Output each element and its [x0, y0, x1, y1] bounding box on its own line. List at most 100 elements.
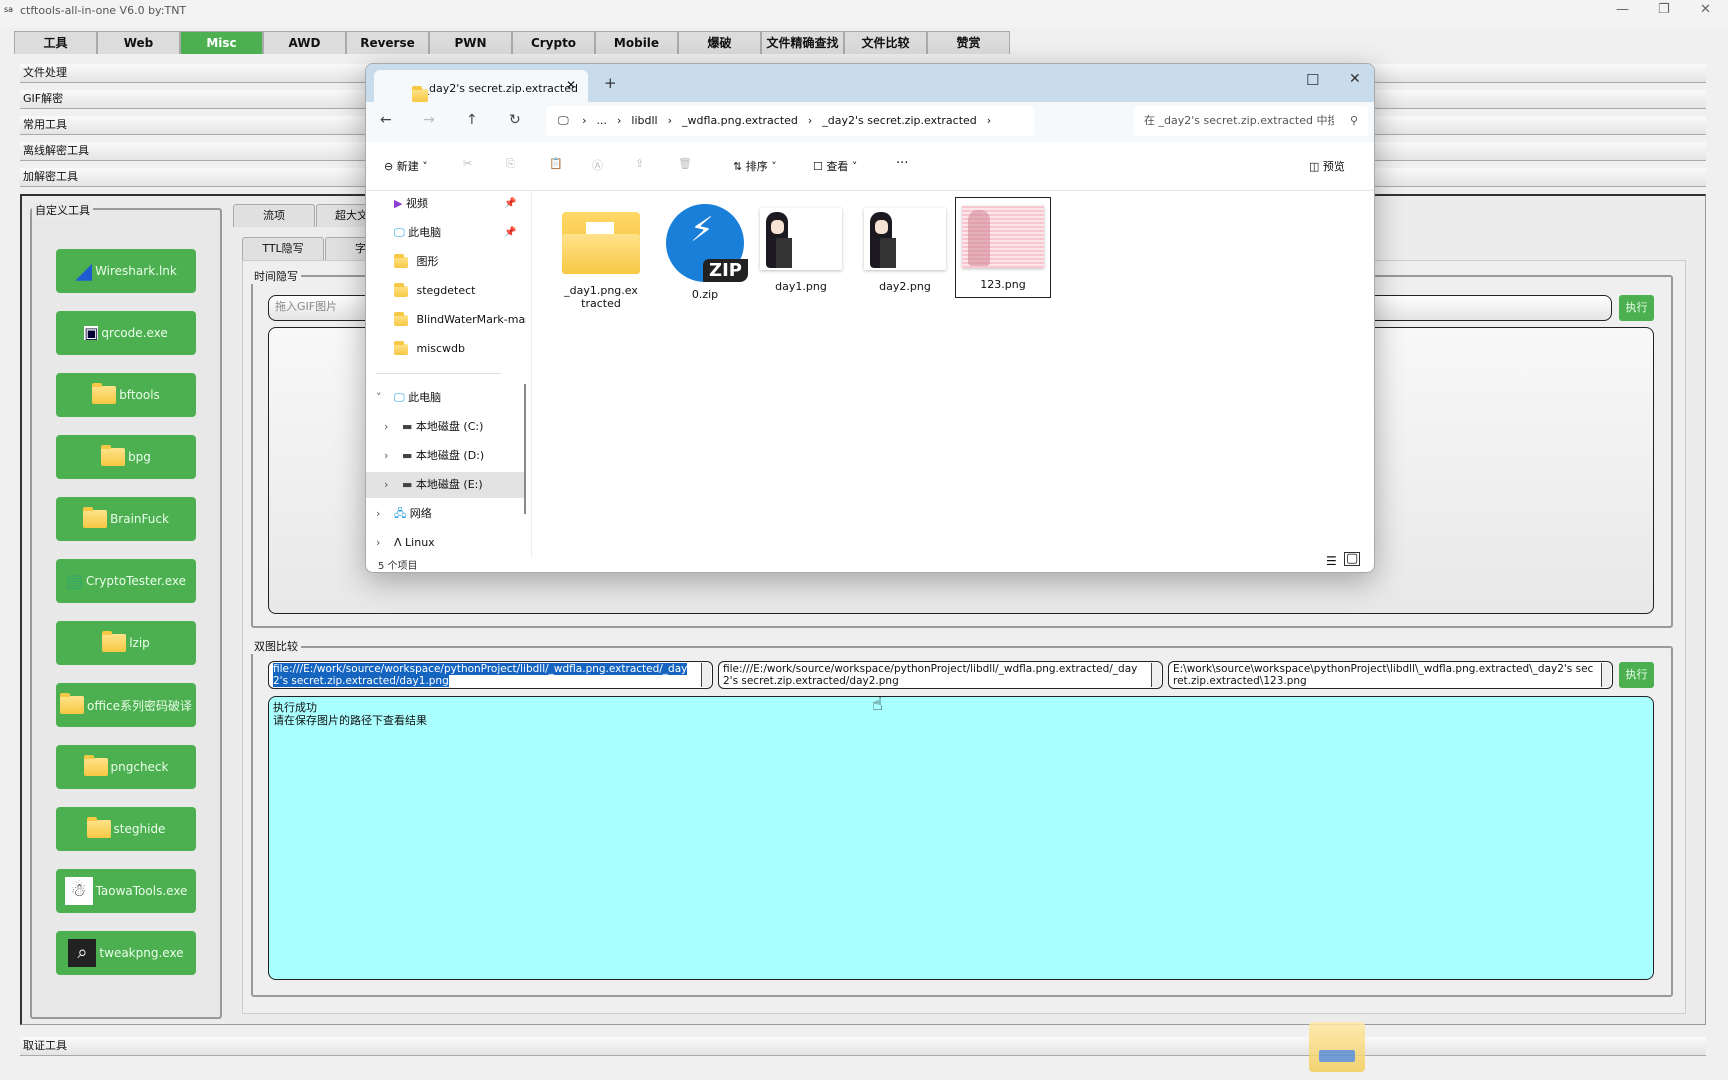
- nav-item[interactable]: ▶ 视频 📌: [366, 191, 526, 217]
- image1-path-input[interactable]: file:///E:/work/source/workspace/pythonP…: [268, 661, 713, 689]
- file-item[interactable]: day1.png: [753, 199, 849, 300]
- nav-item[interactable]: › ▬ 本地磁盘 (E:): [366, 472, 526, 498]
- tool-label: office系列密码破译: [87, 698, 192, 713]
- chevron-down-icon[interactable]: ˅: [376, 385, 382, 411]
- breadcrumb-item[interactable]: ...: [597, 114, 608, 127]
- breadcrumb-separator: ›: [617, 114, 622, 127]
- chevron-right-icon[interactable]: ›: [376, 530, 380, 556]
- scrollbar[interactable]: [1151, 663, 1161, 687]
- cut-icon[interactable]: ✂: [463, 157, 472, 170]
- tab-liu[interactable]: 流项: [233, 204, 315, 227]
- maximize-button[interactable]: ☐: [1306, 71, 1319, 89]
- file-item[interactable]: 123.png: [955, 197, 1051, 298]
- view-button[interactable]: ☐ 查看 ˅: [813, 158, 857, 174]
- details-view-icon[interactable]: ☰: [1326, 554, 1337, 568]
- main-tab[interactable]: 文件精确查找: [761, 31, 844, 54]
- tool-button[interactable]: BrainFuck: [56, 497, 196, 541]
- tool-button[interactable]: pngcheck: [56, 745, 196, 789]
- close-tab-icon[interactable]: ✕: [566, 78, 576, 92]
- tool-button[interactable]: ◢ Wireshark.lnk: [56, 249, 196, 293]
- nav-item[interactable]: 图形: [366, 249, 526, 275]
- close-button[interactable]: ✕: [1700, 2, 1711, 17]
- file-name: _day1.png.extracted: [564, 284, 638, 310]
- sort-button[interactable]: ⇅ 排序 ˅: [733, 158, 777, 174]
- tool-button[interactable]: bftools: [56, 373, 196, 417]
- chevron-right-icon[interactable]: ›: [384, 414, 388, 440]
- tab-ttl-stego[interactable]: TTL隐写: [242, 237, 324, 260]
- minimize-button[interactable]: —: [1616, 2, 1629, 17]
- tool-label: steghide: [113, 822, 166, 836]
- tool-button[interactable]: ☃ TaowaTools.exe: [56, 869, 196, 913]
- nav-item[interactable]: miscwdb: [366, 336, 526, 362]
- new-tab-button[interactable]: +: [604, 74, 617, 92]
- explorer-tab[interactable]: _day2's secret.zip.extracted ✕: [374, 70, 588, 102]
- breadcrumb-item[interactable]: _day2's secret.zip.extracted: [822, 114, 976, 127]
- up-icon[interactable]: ↑: [466, 112, 478, 128]
- share-icon[interactable]: ⇪: [635, 157, 644, 170]
- scrollbar[interactable]: [1601, 663, 1611, 687]
- tool-button[interactable]: ⌕ tweakpng.exe: [56, 931, 196, 975]
- main-tab[interactable]: Mobile: [595, 31, 678, 54]
- nav-label: stegdetect: [416, 284, 476, 297]
- compare-output[interactable]: 执行成功 请在保存图片的路径下查看结果: [268, 696, 1654, 980]
- main-tab[interactable]: Crypto: [512, 31, 595, 54]
- preview-button[interactable]: ◫ 预览: [1309, 158, 1345, 174]
- nav-item[interactable]: BlindWaterMark-master: [366, 307, 526, 333]
- refresh-icon[interactable]: ↻: [509, 112, 521, 128]
- chevron-right-icon[interactable]: ›: [376, 501, 380, 527]
- tool-button[interactable]: steghide: [56, 807, 196, 851]
- nav-label: 图形: [416, 255, 439, 268]
- folder-icon: [1309, 1022, 1365, 1072]
- tool-button[interactable]: ▤ CryptoTester.exe: [56, 559, 196, 603]
- new-button[interactable]: ⊖ 新建 ˅: [384, 158, 428, 174]
- tool-button[interactable]: office系列密码破译: [56, 683, 196, 727]
- restore-button[interactable]: ❐: [1658, 2, 1670, 17]
- copy-icon[interactable]: ⎘: [506, 157, 515, 171]
- more-button[interactable]: ···: [896, 156, 908, 171]
- rename-icon[interactable]: Ⓐ: [592, 157, 603, 173]
- nav-item[interactable]: stegdetect: [366, 278, 526, 304]
- scrollbar[interactable]: [701, 663, 711, 687]
- nav-item[interactable]: 🖵 此电脑 📌: [366, 220, 526, 246]
- nav-item[interactable]: › Λ Linux: [366, 530, 526, 556]
- breadcrumb-item[interactable]: libdll: [631, 114, 657, 127]
- main-tab[interactable]: Web: [97, 31, 180, 54]
- nav-item[interactable]: ˅ 🖵 此电脑: [366, 385, 526, 411]
- back-icon[interactable]: ←: [380, 112, 392, 128]
- file-item[interactable]: _day1.png.extracted: [553, 199, 649, 317]
- breadcrumb-item[interactable]: _wdfla.png.extracted: [682, 114, 798, 127]
- time-stego-exec-button[interactable]: 执行: [1619, 295, 1654, 321]
- file-item[interactable]: ⚡ ZIP 0.zip: [657, 199, 753, 308]
- tool-label: tweakpng.exe: [99, 946, 184, 960]
- delete-icon[interactable]: 🗑: [678, 157, 692, 170]
- forward-icon[interactable]: →: [423, 112, 435, 128]
- nav-item[interactable]: › 🖧 网络: [366, 501, 526, 527]
- tool-button[interactable]: ▣ qrcode.exe: [56, 311, 196, 355]
- main-tab[interactable]: Reverse: [346, 31, 429, 54]
- chevron-right-icon[interactable]: ›: [384, 472, 388, 498]
- compare-exec-button[interactable]: 执行: [1619, 662, 1654, 688]
- tiles-view-icon[interactable]: ▢: [1344, 552, 1361, 566]
- main-tab[interactable]: Misc: [180, 31, 263, 54]
- tool-button[interactable]: lzip: [56, 621, 196, 665]
- chevron-right-icon[interactable]: ›: [384, 443, 388, 469]
- close-window-button[interactable]: ✕: [1349, 71, 1361, 87]
- main-tab[interactable]: 文件比较: [844, 31, 927, 54]
- nav-item[interactable]: › ▬ 本地磁盘 (D:): [366, 443, 526, 469]
- main-tab[interactable]: 工具: [14, 31, 97, 54]
- main-tab[interactable]: 爆破: [678, 31, 761, 54]
- address-bar[interactable]: 🖵 ›... › libdll › _wdfla.png.extracted › _day2…: [546, 106, 1034, 136]
- file-item[interactable]: day2.png: [857, 199, 953, 300]
- main-tab[interactable]: AWD: [263, 31, 346, 54]
- result-path-input[interactable]: E:\work\source\workspace\pythonProject\l…: [1168, 661, 1613, 689]
- nav-scrollbar[interactable]: [524, 384, 526, 514]
- main-tab[interactable]: PWN: [429, 31, 512, 54]
- main-tab[interactable]: 赞赏: [927, 31, 1010, 54]
- tool-button[interactable]: bpg: [56, 435, 196, 479]
- image2-path-input[interactable]: file:///E:/work/source/workspace/pythonP…: [718, 661, 1163, 689]
- paste-icon[interactable]: 📋: [549, 157, 563, 170]
- accordion-forensics[interactable]: 取证工具: [20, 1037, 1706, 1056]
- search-box[interactable]: 在 _day2's secret.zip.extracted 中搜索 ⚲: [1134, 106, 1368, 136]
- nav-item[interactable]: › ▬ 本地磁盘 (C:): [366, 414, 526, 440]
- explorer-tab-bar: _day2's secret.zip.extracted ✕ + ☐ ✕: [366, 64, 1374, 102]
